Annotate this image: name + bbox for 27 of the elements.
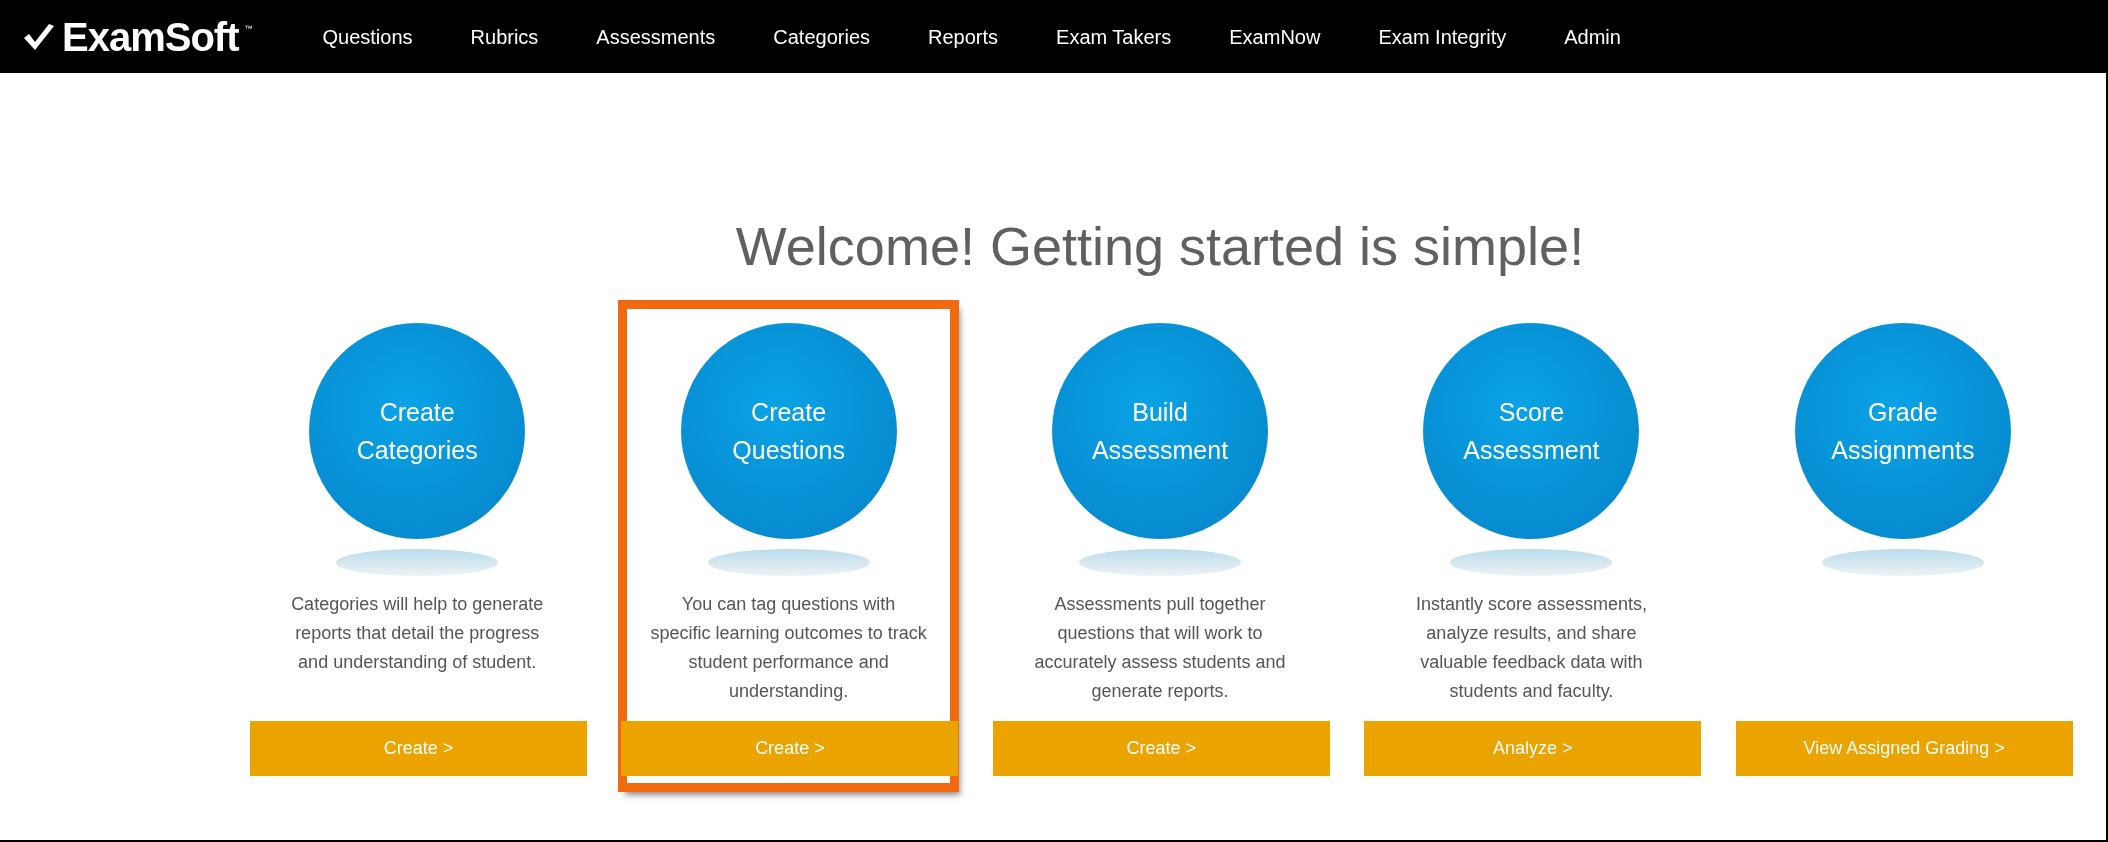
circle-title: Grade <box>1868 396 1938 428</box>
welcome-heading: Welcome! Getting started is simple! <box>734 215 1586 278</box>
circle-title: Create <box>751 396 827 428</box>
circle-title: Create <box>379 396 455 428</box>
trademark-mark: ™ <box>244 22 253 35</box>
circle-title: Assignments <box>1831 434 1975 466</box>
card-description: Instantly score assessments, analyze results, and share valuable feedback data with students and faculty. <box>1414 592 1648 703</box>
circle-title: Build <box>1132 396 1188 428</box>
nav-link[interactable]: Categories <box>773 21 870 52</box>
circle-title: Categories <box>356 434 478 466</box>
examsoft-logo[interactable]: ExamSoft™ <box>22 16 253 57</box>
circle-title: Assessment <box>1091 434 1229 466</box>
logo-text: ExamSoft <box>62 16 239 57</box>
circle-title: Questions <box>732 434 845 466</box>
circle-title: Score <box>1498 396 1565 428</box>
nav-link[interactable]: Assessments <box>596 21 716 52</box>
nav-link[interactable]: Rubrics <box>470 21 539 52</box>
nav-link[interactable]: Reports <box>928 21 999 52</box>
circle-title: Assessment <box>1463 434 1600 466</box>
nav-link[interactable]: Admin <box>1564 21 1621 52</box>
card-description: Categories will help to generate reports that detail the progress and understanding of student. <box>290 592 545 674</box>
nav-link[interactable]: Exam Integrity <box>1378 21 1507 52</box>
nav-link[interactable]: ExamNow <box>1229 21 1321 52</box>
card-description: You can tag questions with specific learning outcomes to track student performance and understanding. <box>649 592 928 703</box>
nav-link[interactable]: Questions <box>322 21 413 52</box>
nav-link[interactable]: Exam Takers <box>1056 21 1172 52</box>
card-description: Assessments pull together questions that will work to accurately assess students and generate reports. <box>1033 592 1287 703</box>
